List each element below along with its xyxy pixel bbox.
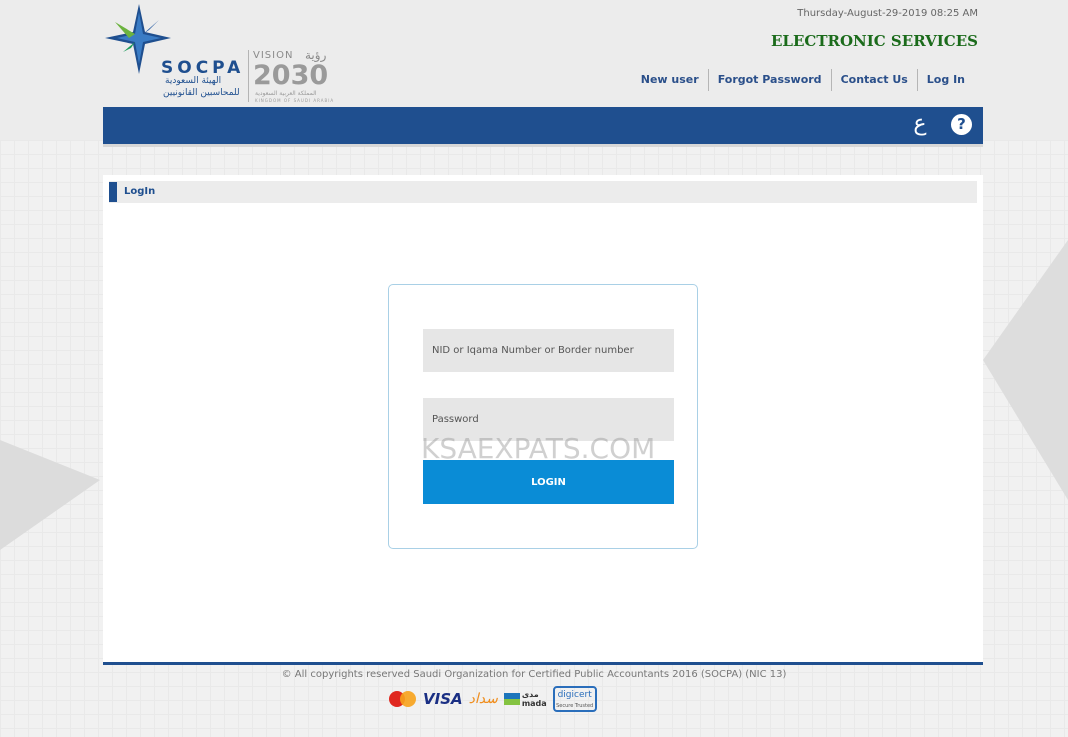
logo-divider xyxy=(248,50,249,102)
mastercard-icon xyxy=(389,690,417,708)
socpa-logo[interactable]: SOCPA الهيئة السعودية للمحاسبين القانوني… xyxy=(105,4,335,104)
watermark-text: KSAEXPATS.COM xyxy=(421,432,656,465)
nav-log-in[interactable]: Log In xyxy=(918,68,974,92)
current-datetime: Thursday-August-29-2019 08:25 AM xyxy=(797,8,978,19)
top-navigation: New user Forgot Password Contact Us Log … xyxy=(632,68,974,92)
brand-name: SOCPA xyxy=(161,58,245,78)
nid-input[interactable] xyxy=(423,329,674,372)
copyright-text: © All copyrights reserved Saudi Organiza… xyxy=(281,669,787,680)
main-toolbar: ع ? xyxy=(103,107,983,147)
mada-english: mada xyxy=(521,699,547,708)
login-form: LOGIN KSAEXPATS.COM xyxy=(388,284,698,549)
section-accent xyxy=(109,182,117,202)
vision-year: 2030 xyxy=(253,60,329,91)
nav-new-user[interactable]: New user xyxy=(632,68,708,92)
service-title: ELECTRONIC SERVICES xyxy=(771,32,978,50)
brand-arabic-line2: للمحاسبين القانونيين xyxy=(163,88,240,98)
help-icon[interactable]: ? xyxy=(951,114,972,135)
brand-arabic-line1: الهيئة السعودية xyxy=(165,76,222,86)
visa-logo: VISA xyxy=(423,690,463,708)
background-decoration-right xyxy=(983,240,1068,500)
sadad-logo: سداد xyxy=(468,691,498,707)
mada-logo: مدى mada xyxy=(503,690,547,708)
content-panel: LogIn LOGIN KSAEXPATS.COM xyxy=(103,175,983,665)
login-button[interactable]: LOGIN xyxy=(423,460,674,504)
section-title: LogIn xyxy=(124,186,156,197)
digicert-label: digicert xyxy=(557,690,592,700)
nav-forgot-password[interactable]: Forgot Password xyxy=(709,68,831,92)
background-decoration-left xyxy=(0,440,100,550)
mada-arabic: مدى xyxy=(521,690,539,699)
digicert-badge[interactable]: digicert Secure Trusted xyxy=(552,686,597,712)
payment-logos: VISA سداد مدى mada digicert Secure Trust… xyxy=(389,686,597,712)
kingdom-english: KINGDOM OF SAUDI ARABIA xyxy=(255,98,335,103)
mada-bars-icon xyxy=(503,693,520,705)
section-header: LogIn xyxy=(109,181,977,203)
nav-contact-us[interactable]: Contact Us xyxy=(832,68,917,92)
digicert-sub: Secure Trusted xyxy=(556,703,594,709)
language-toggle-icon[interactable]: ع xyxy=(909,111,931,137)
kingdom-arabic: المملكة العربية السعودية xyxy=(255,90,317,97)
